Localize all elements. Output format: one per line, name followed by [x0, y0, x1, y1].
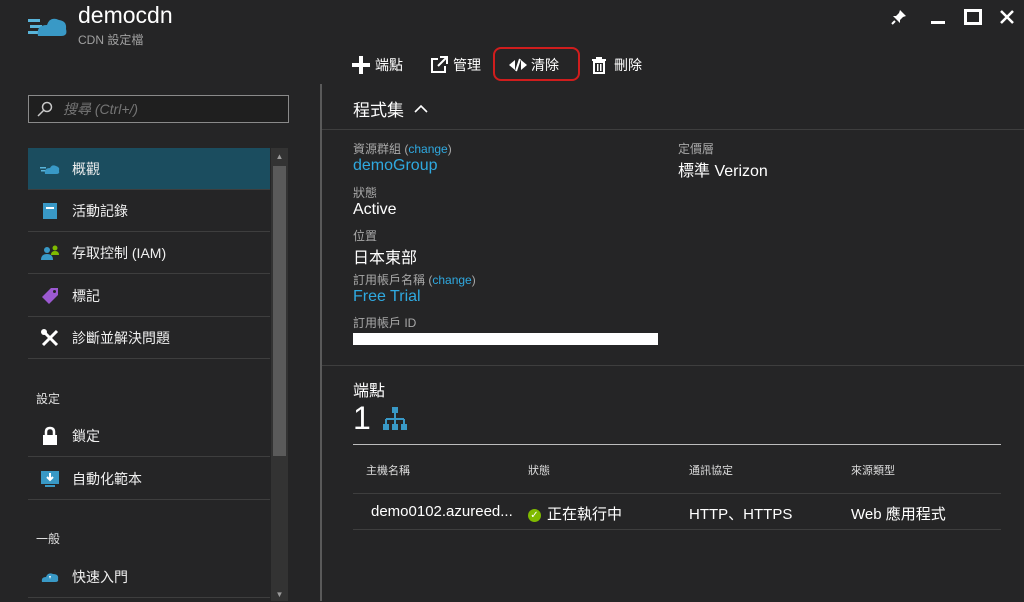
subscription-label: 訂用帳戶名稱 (change)	[353, 273, 476, 287]
location-value: 日本東部	[353, 250, 418, 267]
sidebar-item-automation-script[interactable]: 自動化範本	[28, 458, 270, 500]
sidebar-item-lock[interactable]: 鎖定	[28, 415, 270, 457]
subscription-value[interactable]: Free Trial	[353, 288, 421, 306]
scroll-down-arrow-icon[interactable]: ▼	[271, 588, 288, 602]
column-header-status[interactable]: 狀態	[528, 462, 550, 478]
lock-icon	[40, 426, 60, 446]
external-link-icon	[430, 56, 448, 74]
sidebar-item-iam[interactable]: 存取控制 (IAM)	[28, 232, 270, 274]
endpoints-count: 1	[353, 400, 371, 436]
activity-log-icon	[40, 201, 60, 221]
resource-group-label: 資源群組 (change)	[353, 142, 452, 156]
column-header-protocol[interactable]: 通訊協定	[689, 462, 733, 478]
section-general-heading: 一般	[36, 532, 61, 546]
endpoint-protocol: HTTP、HTTPS	[689, 506, 793, 523]
cdn-cloud-logo-icon	[28, 8, 68, 40]
endpoints-rule	[353, 444, 1001, 445]
sidebar-item-label: 存取控制 (IAM)	[72, 244, 167, 261]
delete-label: 刪除	[614, 57, 642, 73]
search-input[interactable]	[61, 100, 285, 118]
close-icon[interactable]	[996, 6, 1018, 28]
app-subtitle: CDN 設定檔	[78, 33, 144, 47]
status-label: 狀態	[353, 186, 378, 200]
endpoints-title: 端點	[353, 383, 386, 400]
sidebar-item-label: 活動記錄	[72, 202, 128, 219]
purge-button[interactable]: 清除	[508, 52, 559, 78]
chevron-up-icon	[414, 99, 428, 119]
pricing-tier-label: 定價層	[678, 142, 715, 156]
add-endpoint-label: 端點	[375, 57, 403, 73]
section-settings-heading: 設定	[36, 392, 61, 406]
search-icon	[37, 101, 53, 117]
cloud-quickstart-icon	[40, 567, 60, 587]
endpoint-status: ✓ 正在執行中	[528, 503, 622, 524]
app-title: democdn	[78, 2, 173, 28]
plus-icon	[352, 56, 370, 74]
sidebar-item-quickstart[interactable]: 快速入門	[28, 556, 270, 598]
subscription-id-redacted	[353, 333, 658, 345]
maximize-icon[interactable]	[962, 6, 984, 28]
resource-group-value[interactable]: demoGroup	[353, 157, 438, 175]
purge-icon	[508, 56, 527, 74]
status-value: Active	[353, 201, 397, 218]
manage-label: 管理	[453, 57, 481, 73]
search-box[interactable]	[28, 95, 289, 123]
sidebar-item-overview[interactable]: 概觀	[28, 148, 270, 190]
column-header-hostname[interactable]: 主機名稱	[366, 462, 410, 478]
essentials-header-rule	[322, 129, 1024, 130]
sidebar-item-activity-log[interactable]: 活動記錄	[28, 190, 270, 232]
sidebar-item-label: 自動化範本	[72, 470, 142, 487]
sidebar-item-tags[interactable]: 標記	[28, 275, 270, 317]
trash-icon	[591, 56, 609, 74]
endpoint-origin-type: Web 應用程式	[851, 506, 946, 523]
essentials-title: 程式集	[353, 101, 404, 120]
manage-button[interactable]: 管理	[430, 52, 481, 78]
wrench-icon	[40, 328, 60, 348]
resource-group-change-link[interactable]: change	[408, 142, 447, 156]
subscription-change-link[interactable]: change	[432, 273, 471, 287]
checkmark-icon: ✓	[528, 508, 541, 522]
sidebar-item-label: 標記	[72, 287, 100, 304]
sidebar-item-label: 鎖定	[72, 427, 100, 444]
pin-icon[interactable]	[888, 6, 910, 28]
column-header-origin-type[interactable]: 來源類型	[851, 462, 895, 478]
purge-label: 清除	[531, 57, 559, 73]
people-icon	[40, 243, 60, 263]
endpoint-hostname[interactable]: demo0102.azureed...	[371, 503, 513, 520]
add-endpoint-button[interactable]: 端點	[352, 52, 403, 78]
endpoint-network-icon	[381, 405, 409, 433]
sidebar-scroll-thumb[interactable]	[273, 166, 286, 456]
minimize-icon[interactable]	[927, 6, 949, 28]
essentials-footer-rule	[322, 365, 1024, 366]
panel-divider	[320, 84, 322, 601]
location-label: 位置	[353, 229, 378, 243]
tag-icon	[40, 286, 60, 306]
sidebar-item-label: 診斷並解決問題	[72, 329, 170, 346]
essentials-toggle[interactable]: 程式集	[353, 96, 428, 121]
download-template-icon	[40, 469, 60, 489]
subscription-id-label: 訂用帳戶 ID	[353, 316, 417, 330]
sidebar-item-label: 快速入門	[72, 568, 128, 585]
delete-button[interactable]: 刪除	[591, 52, 642, 78]
endpoint-status-text: 正在執行中	[547, 506, 623, 523]
sidebar-item-label: 概觀	[72, 160, 100, 177]
pricing-tier-value: 標準 Verizon	[678, 163, 768, 180]
cloud-icon	[40, 159, 60, 179]
sidebar-item-diagnose[interactable]: 診斷並解決問題	[28, 317, 270, 359]
scroll-up-arrow-icon[interactable]: ▲	[271, 150, 288, 164]
